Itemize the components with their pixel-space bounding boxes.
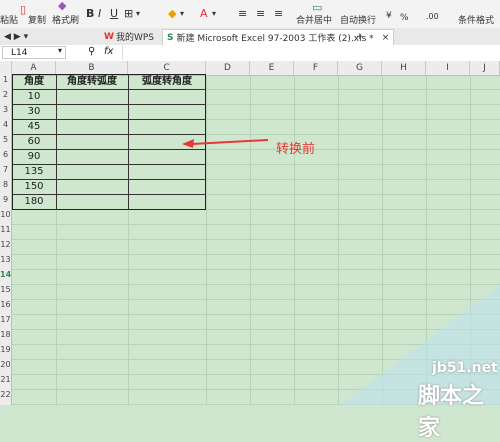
tab-label: 我的WPS: [115, 33, 154, 43]
table-header-cell[interactable]: 角度转弧度: [56, 74, 128, 89]
conditional-format-button[interactable]: 条件格式: [458, 13, 494, 26]
table-cell[interactable]: 45: [12, 119, 56, 134]
grid-col-line: [294, 75, 295, 405]
column-header[interactable]: F: [294, 61, 338, 75]
format-painter-button[interactable]: 格式刷: [52, 13, 79, 26]
table-cell[interactable]: 30: [12, 104, 56, 119]
grid-col-line: [338, 75, 339, 405]
column-header[interactable]: D: [206, 61, 250, 75]
row-header[interactable]: 7: [0, 165, 11, 174]
tab-label: 新建 Microsoft Excel 97-2003 工作表 (2).xls *: [176, 34, 374, 44]
row-header[interactable]: 6: [0, 150, 11, 159]
fill-color-icon[interactable]: ◆: [168, 6, 176, 20]
table-header-cell[interactable]: 弧度转角度: [128, 74, 206, 89]
table-cell[interactable]: 60: [12, 134, 56, 149]
table-cell[interactable]: 135: [12, 164, 56, 179]
underline-icon[interactable]: U: [110, 6, 118, 20]
align-left-icon[interactable]: ≡: [238, 6, 247, 20]
column-header[interactable]: E: [250, 61, 294, 75]
column-header[interactable]: B: [56, 61, 128, 75]
align-center-icon[interactable]: ≡: [256, 6, 265, 20]
tab-nav-icons[interactable]: ◀ ▶ ▾: [0, 29, 32, 44]
row-header[interactable]: 17: [0, 315, 11, 324]
percent-button[interactable]: %: [400, 13, 409, 23]
row-header[interactable]: 12: [0, 240, 11, 249]
merge-icon: ▭: [312, 0, 323, 14]
row-header[interactable]: 10: [0, 210, 11, 219]
merge-center-button[interactable]: 合并居中: [296, 13, 332, 26]
annotation-label: 转换前: [276, 142, 316, 157]
column-header[interactable]: I: [426, 61, 470, 75]
wps-logo-icon: W: [104, 31, 114, 42]
row-header[interactable]: 19: [0, 345, 11, 354]
format-painter-icon: ◆: [58, 0, 67, 12]
paste-button[interactable]: 粘贴: [0, 13, 18, 26]
fx-button[interactable]: fx: [104, 46, 113, 57]
row-header[interactable]: 20: [0, 360, 11, 369]
column-header[interactable]: G: [338, 61, 382, 75]
table-divider: [128, 74, 129, 210]
row-header[interactable]: 18: [0, 330, 11, 339]
row-header[interactable]: 16: [0, 300, 11, 309]
column-header[interactable]: C: [128, 61, 206, 75]
name-box[interactable]: L14: [2, 46, 66, 59]
column-header[interactable]: J: [470, 61, 500, 75]
tab-my-wps[interactable]: W 我的WPS: [100, 29, 158, 44]
ribbon-toolbar: 粘贴 ▯ 复制 ◆ 格式刷 B I U ⊞ ▾ ◆ ▾ A ▾ ≡ ≡ ≡ ▭ …: [0, 0, 500, 29]
wrap-text-button[interactable]: 自动换行: [340, 13, 376, 26]
font-color-dropdown-icon[interactable]: ▾: [212, 6, 216, 20]
row-header[interactable]: 11: [0, 225, 11, 234]
row-header[interactable]: 21: [0, 375, 11, 384]
row-header[interactable]: 15: [0, 285, 11, 294]
close-icon[interactable]: ×: [382, 33, 390, 43]
row-header[interactable]: 13: [0, 255, 11, 264]
italic-icon[interactable]: I: [98, 6, 101, 20]
select-all-corner[interactable]: [0, 61, 12, 75]
table-header-cell[interactable]: 角度: [12, 74, 56, 89]
document-tab-bar: ◀ ▶ ▾ W 我的WPS S 新建 Microsoft Excel 97-20…: [0, 28, 500, 46]
watermark-site: jb51.net: [432, 360, 498, 376]
table-cell[interactable]: 10: [12, 89, 56, 104]
column-header[interactable]: A: [12, 61, 56, 75]
annotation-arrow: [182, 139, 269, 148]
align-right-icon[interactable]: ≡: [274, 6, 283, 20]
formula-input[interactable]: [122, 45, 500, 60]
table-cell[interactable]: 180: [12, 194, 56, 209]
column-header[interactable]: H: [382, 61, 426, 75]
copy-icon: ▯: [20, 2, 27, 16]
table-divider: [56, 74, 57, 210]
excel-file-icon: S: [167, 32, 174, 43]
font-color-icon[interactable]: A: [200, 6, 208, 20]
row-header[interactable]: 8: [0, 180, 11, 189]
zoom-icon[interactable]: ⚲: [88, 46, 95, 57]
grid-col-line: [250, 75, 251, 405]
row-header[interactable]: 5: [0, 135, 11, 144]
table-cell[interactable]: 150: [12, 179, 56, 194]
formula-bar: L14 ▾ ⚲ fx: [0, 45, 500, 62]
copy-button[interactable]: 复制: [28, 13, 46, 26]
row-header-bar: 1 2 3 4 5 6 7 8 9 10 11 12 13 14 15 16 1…: [0, 75, 12, 405]
row-header[interactable]: 3: [0, 105, 11, 114]
row-header-active[interactable]: 14: [0, 270, 11, 279]
bold-icon[interactable]: B: [86, 6, 94, 20]
grid-col-line: [206, 75, 207, 405]
table-cell[interactable]: 90: [12, 149, 56, 164]
decimal-icon[interactable]: .00: [426, 9, 439, 23]
name-box-dropdown-icon[interactable]: ▾: [58, 46, 62, 55]
currency-icon[interactable]: ¥: [386, 9, 392, 23]
border-icon[interactable]: ⊞: [124, 6, 133, 20]
row-header[interactable]: 1: [0, 75, 11, 84]
watermark-name: 脚本之家: [418, 384, 485, 441]
border-dropdown-icon[interactable]: ▾: [136, 6, 140, 20]
row-header[interactable]: 22: [0, 390, 11, 399]
new-tab-button[interactable]: +: [352, 29, 368, 44]
row-header[interactable]: 9: [0, 195, 11, 204]
row-header[interactable]: 4: [0, 120, 11, 129]
row-header[interactable]: 2: [0, 90, 11, 99]
fill-dropdown-icon[interactable]: ▾: [180, 6, 184, 20]
